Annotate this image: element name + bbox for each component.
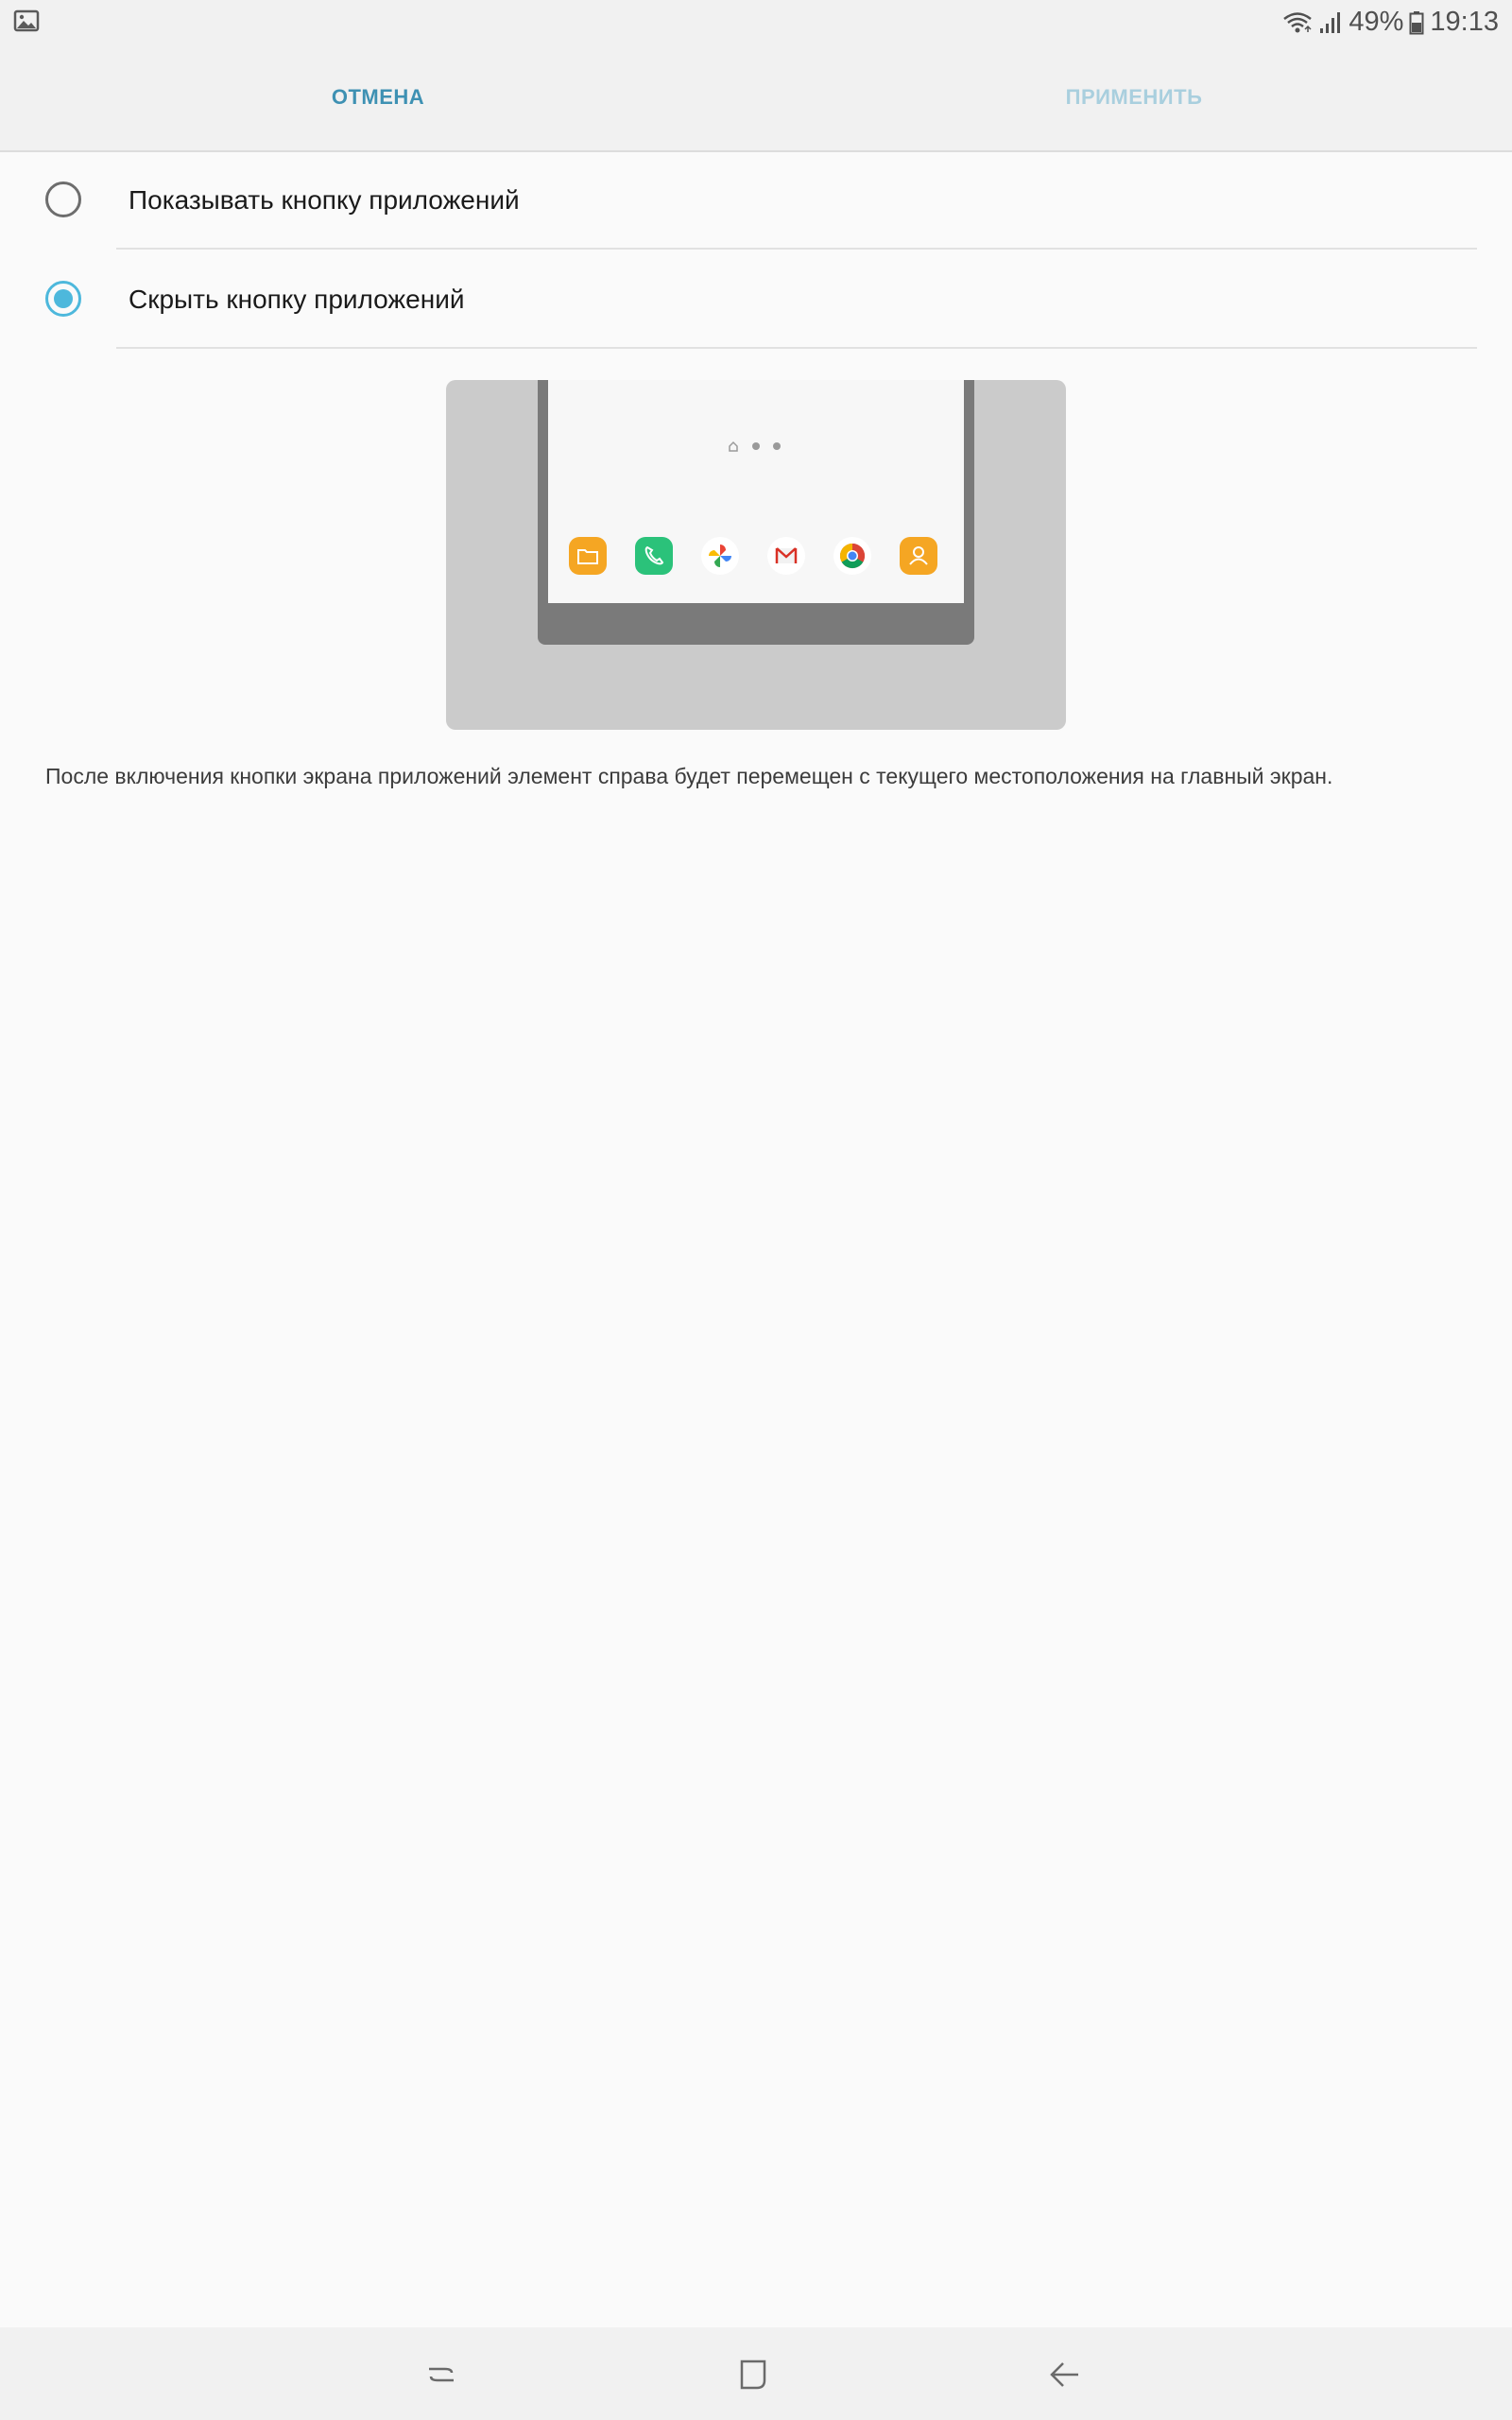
apply-button[interactable]: ПРИМЕНИТЬ xyxy=(945,44,1323,150)
clock: 19:13 xyxy=(1430,7,1499,37)
divider xyxy=(116,248,1477,250)
dock xyxy=(569,537,947,577)
contacts-icon xyxy=(900,537,937,575)
chrome-icon xyxy=(833,537,871,575)
battery-icon xyxy=(1409,10,1424,35)
option-label: Скрыть кнопку приложений xyxy=(129,285,465,314)
option-hide-apps-button[interactable]: Скрыть кнопку приложений xyxy=(0,251,1512,349)
option-show-apps-button[interactable]: Показывать кнопку приложений xyxy=(0,151,1512,250)
battery-percent: 49% xyxy=(1349,7,1404,37)
tablet-frame xyxy=(538,380,974,645)
gallery-notification-icon xyxy=(13,9,40,32)
page-dot xyxy=(773,442,781,450)
home-button[interactable] xyxy=(725,2346,782,2403)
home-icon xyxy=(740,2360,766,2390)
wifi-icon xyxy=(1282,10,1313,35)
recent-apps-icon xyxy=(429,2367,454,2382)
back-button[interactable] xyxy=(1037,2346,1093,2403)
status-indicators: 49% 19:13 xyxy=(1282,0,1499,44)
status-bar: 49% 19:13 xyxy=(0,0,1512,44)
radio-button-checked[interactable] xyxy=(45,281,81,317)
divider xyxy=(116,347,1477,349)
signal-icon xyxy=(1318,10,1343,35)
option-label: Показывать кнопку приложений xyxy=(129,185,520,215)
action-bar: ОТМЕНА ПРИМЕНИТЬ xyxy=(0,44,1512,152)
page-indicator xyxy=(728,441,781,452)
home-page-icon xyxy=(728,441,739,452)
cancel-button[interactable]: ОТМЕНА xyxy=(189,44,567,150)
page-dot xyxy=(752,442,760,450)
tablet-screen xyxy=(548,380,964,603)
radio-button-unchecked[interactable] xyxy=(45,182,81,217)
navigation-bar xyxy=(0,2327,1512,2420)
recent-apps-button[interactable] xyxy=(413,2346,470,2403)
back-arrow-icon xyxy=(1050,2362,1078,2387)
phone-icon xyxy=(635,537,673,575)
description-text: После включения кнопки экрана приложений… xyxy=(45,764,1333,788)
gmail-icon xyxy=(767,537,805,575)
preview-illustration xyxy=(446,380,1066,730)
google-photos-icon xyxy=(701,537,739,575)
folder-icon xyxy=(569,537,607,575)
